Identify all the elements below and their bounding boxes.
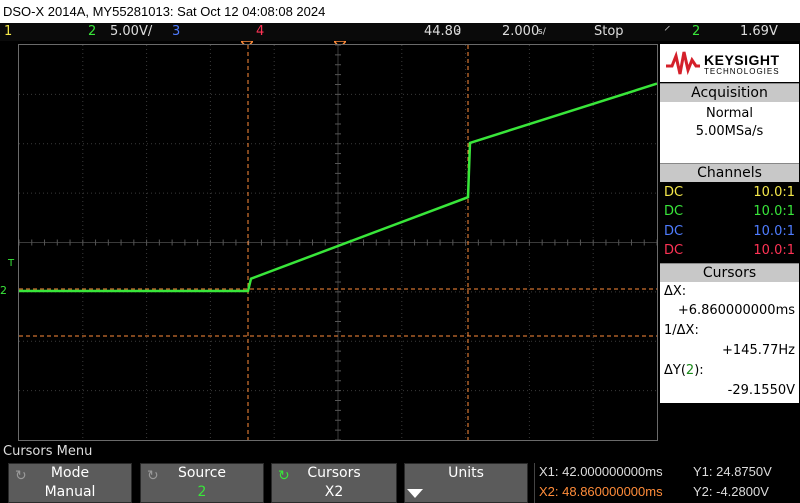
side-panel: KEYSIGHT TECHNOLOGIES Acquisition Normal… xyxy=(660,44,800,441)
brand-name: KEYSIGHT xyxy=(704,52,780,68)
channel-2-row[interactable]: DC 10.0:1 xyxy=(660,202,799,221)
ch2-indicator[interactable]: 2 xyxy=(88,23,96,41)
time-scale-value: 2.000 xyxy=(502,24,540,39)
cursor-readout: X1: 42.000000000ms X2: 48.860000000ms Y1… xyxy=(534,463,800,503)
sample-rate: 5.00MSa/s xyxy=(695,124,764,139)
acquisition-panel: Normal 5.00MSa/s xyxy=(660,102,799,165)
channel-4-coupling: DC xyxy=(664,243,684,258)
acquisition-mode: Normal xyxy=(705,106,754,121)
ch2-scale: 5.00V/ xyxy=(110,24,153,39)
trigger-edge-icon: ⸍ xyxy=(664,24,671,39)
x2-readout: X2: 48.860000000ms xyxy=(539,484,663,499)
delta-y-label: ΔY(2): xyxy=(664,363,704,378)
cursors-header: Cursors xyxy=(660,263,799,282)
waveform-canvas xyxy=(19,45,657,440)
channel-1-row[interactable]: DC 10.0:1 xyxy=(660,183,799,202)
delta-y-value: -29.1550V xyxy=(727,383,795,398)
mode-value: Manual xyxy=(44,484,96,500)
units-label: Units xyxy=(448,465,484,481)
cursors-value: X2 xyxy=(324,484,344,500)
trigger-level: 1.69V xyxy=(740,24,778,39)
waveform-display[interactable] xyxy=(18,44,658,441)
keysight-wave-icon xyxy=(666,50,700,76)
time-scale-unit: s/ xyxy=(538,27,546,37)
delta-x-label: ΔX: xyxy=(664,284,687,299)
y2-readout: Y2: -4.2800V xyxy=(693,484,769,499)
mode-softkey[interactable]: ↻ Mode Manual xyxy=(8,463,132,503)
x1-readout: X1: 42.000000000ms xyxy=(539,464,663,479)
trigger-source: 2 xyxy=(692,24,701,39)
brand-subtitle: TECHNOLOGIES xyxy=(704,67,780,76)
inverse-delta-x-value: +145.77Hz xyxy=(722,343,795,358)
menu-title: Cursors Menu xyxy=(3,444,93,459)
channel-1-probe: 10.0:1 xyxy=(753,185,795,200)
channel-2-coupling: DC xyxy=(664,204,684,219)
ch2-ground-marker[interactable]: 2 xyxy=(0,284,7,297)
ch1-indicator[interactable]: 1 xyxy=(4,23,12,41)
channel-4-row[interactable]: DC 10.0:1 xyxy=(660,241,799,260)
source-softkey[interactable]: ↻ Source 2 xyxy=(140,463,264,503)
inverse-delta-x-label: 1/ΔX: xyxy=(664,323,699,338)
submenu-arrow-icon xyxy=(405,484,527,500)
source-value: 2 xyxy=(197,484,207,500)
mode-label: Mode xyxy=(50,465,90,481)
keysight-logo: KEYSIGHT TECHNOLOGIES xyxy=(660,44,799,82)
acquisition-header: Acquisition xyxy=(660,83,799,102)
cursors-label: Cursors xyxy=(307,465,361,481)
channel-2-probe: 10.0:1 xyxy=(753,204,795,219)
channel-3-coupling: DC xyxy=(664,224,684,239)
trigger-level-marker[interactable]: T xyxy=(8,258,14,269)
time-delay-unit: s xyxy=(456,27,461,37)
units-softkey[interactable]: Units xyxy=(404,463,528,503)
channel-4-probe: 10.0:1 xyxy=(753,243,795,258)
channels-header: Channels xyxy=(660,163,799,182)
status-bar: 1 2 5.00V/ 3 4 44.80 s 2.000 s/ Stop ⸍ 2… xyxy=(0,23,800,41)
ch4-indicator[interactable]: 4 xyxy=(256,23,264,41)
source-label: Source xyxy=(177,465,227,481)
window-title: DSO-X 2014A, MY55281013: Sat Oct 12 04:0… xyxy=(0,0,800,23)
run-state: Stop xyxy=(594,24,624,39)
cursors-panel: ΔX: +6.860000000ms 1/ΔX: +145.77Hz ΔY(2)… xyxy=(660,282,799,403)
channel-3-probe: 10.0:1 xyxy=(753,224,795,239)
channel-3-row[interactable]: DC 10.0:1 xyxy=(660,222,799,241)
cursors-softkey[interactable]: ↻ Cursors X2 xyxy=(271,463,397,503)
ch3-indicator[interactable]: 3 xyxy=(172,23,180,41)
y1-readout: Y1: 24.8750V xyxy=(693,464,772,479)
channel-1-coupling: DC xyxy=(664,185,684,200)
delta-x-value: +6.860000000ms xyxy=(677,303,795,318)
